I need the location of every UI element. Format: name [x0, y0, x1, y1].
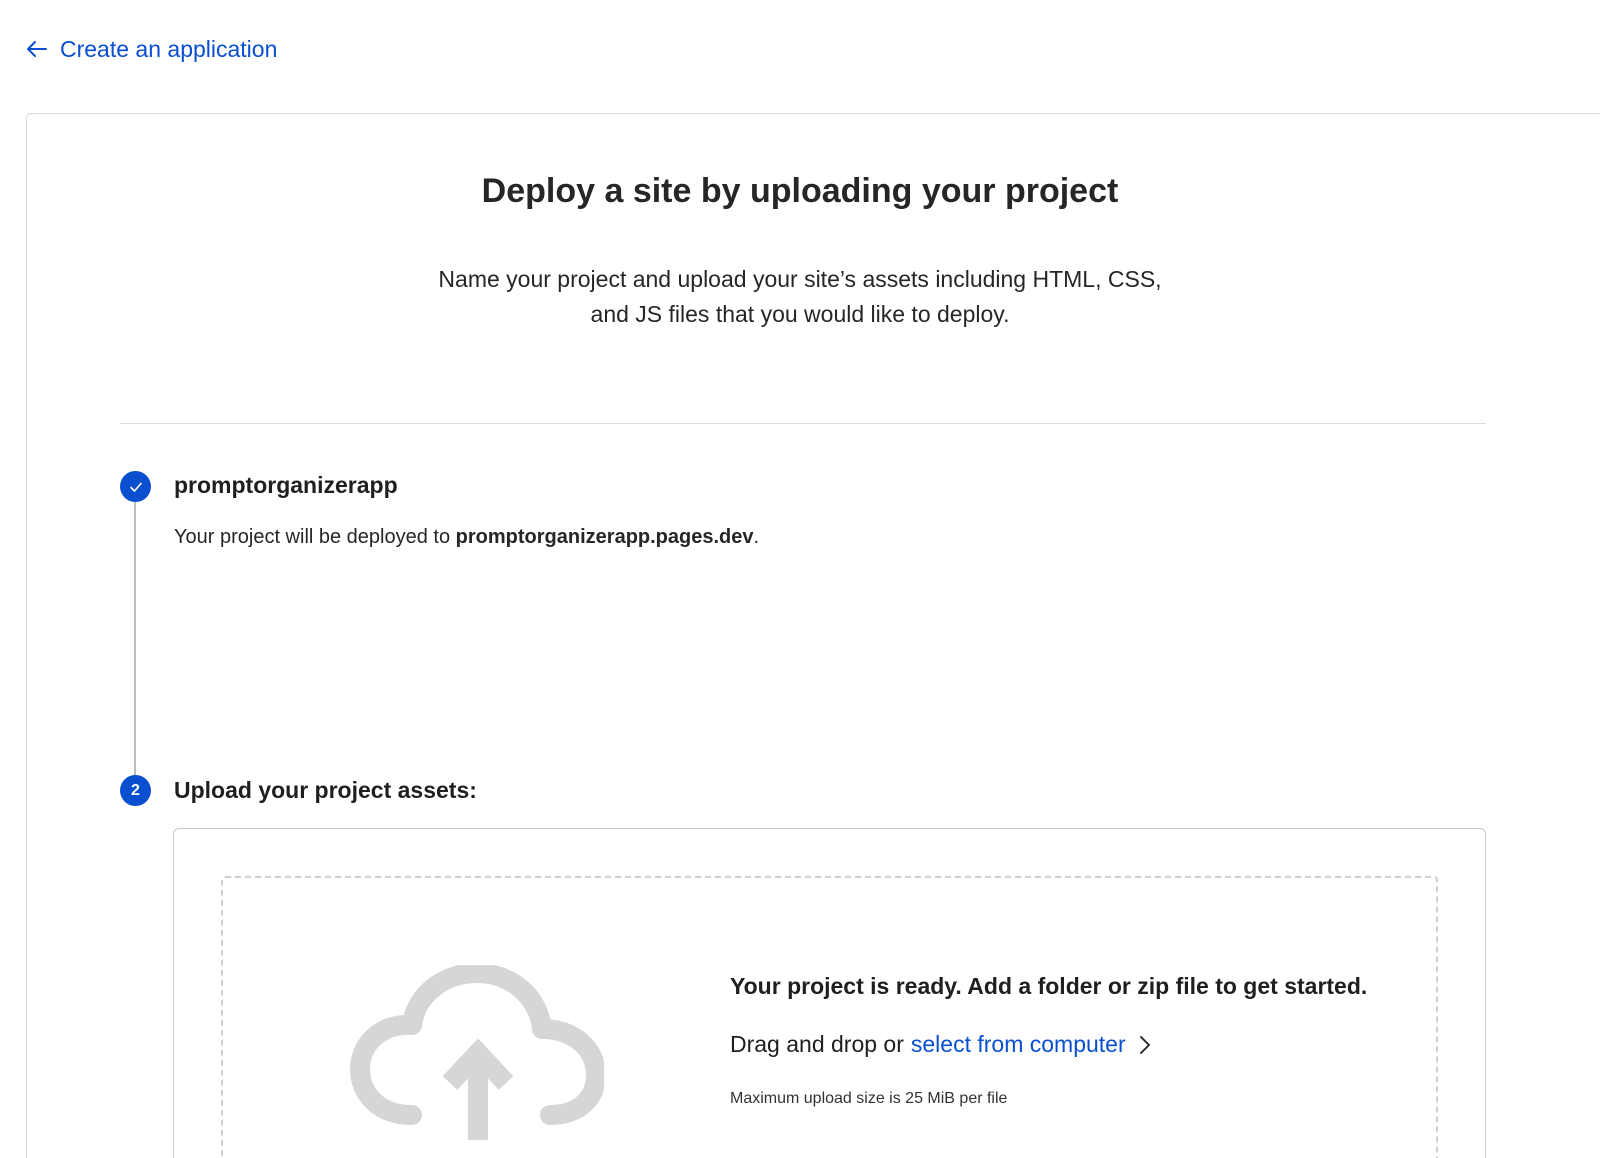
step-1-complete-marker: [120, 471, 151, 502]
step-connector-line: [134, 500, 136, 780]
drag-drop-text: Drag and drop or: [730, 1031, 904, 1057]
deploy-url-suffix: .: [753, 526, 760, 548]
subtitle-line-2: and JS files that you would like to depl…: [590, 301, 1010, 327]
select-from-computer-link[interactable]: select from computer: [911, 1031, 1126, 1058]
deploy-url-prefix: Your project will be deployed to: [174, 526, 456, 548]
check-icon: [129, 482, 142, 492]
deploy-url-description: Your project will be deployed to prompto…: [174, 526, 759, 549]
divider: [120, 423, 1486, 424]
step-2-marker: 2: [120, 775, 151, 806]
chevron-right-icon[interactable]: [1138, 1034, 1152, 1056]
back-link-label[interactable]: Create an application: [60, 36, 277, 63]
back-link[interactable]: Create an application: [26, 32, 277, 66]
drag-drop-row: Drag and drop or select from computer: [730, 1031, 1152, 1058]
arrow-left-icon: [27, 41, 47, 57]
deploy-domain: promptorganizerapp.pages.dev: [455, 526, 754, 548]
max-upload-size-note: Maximum upload size is 25 MiB per file: [730, 1090, 1008, 1107]
upload-ready-message: Your project is ready. Add a folder or z…: [730, 973, 1368, 999]
project-name: promptorganizerapp: [174, 472, 398, 498]
step-2-title: Upload your project assets:: [174, 777, 477, 803]
page-subtitle: Name your project and upload your site’s…: [0, 262, 1600, 332]
subtitle-line-1: Name your project and upload your site’s…: [438, 266, 1162, 292]
page: Create an application Deploy a site by u…: [0, 0, 1600, 1158]
cloud-upload-icon: [350, 965, 604, 1140]
page-title: Deploy a site by uploading your project: [481, 172, 1119, 210]
